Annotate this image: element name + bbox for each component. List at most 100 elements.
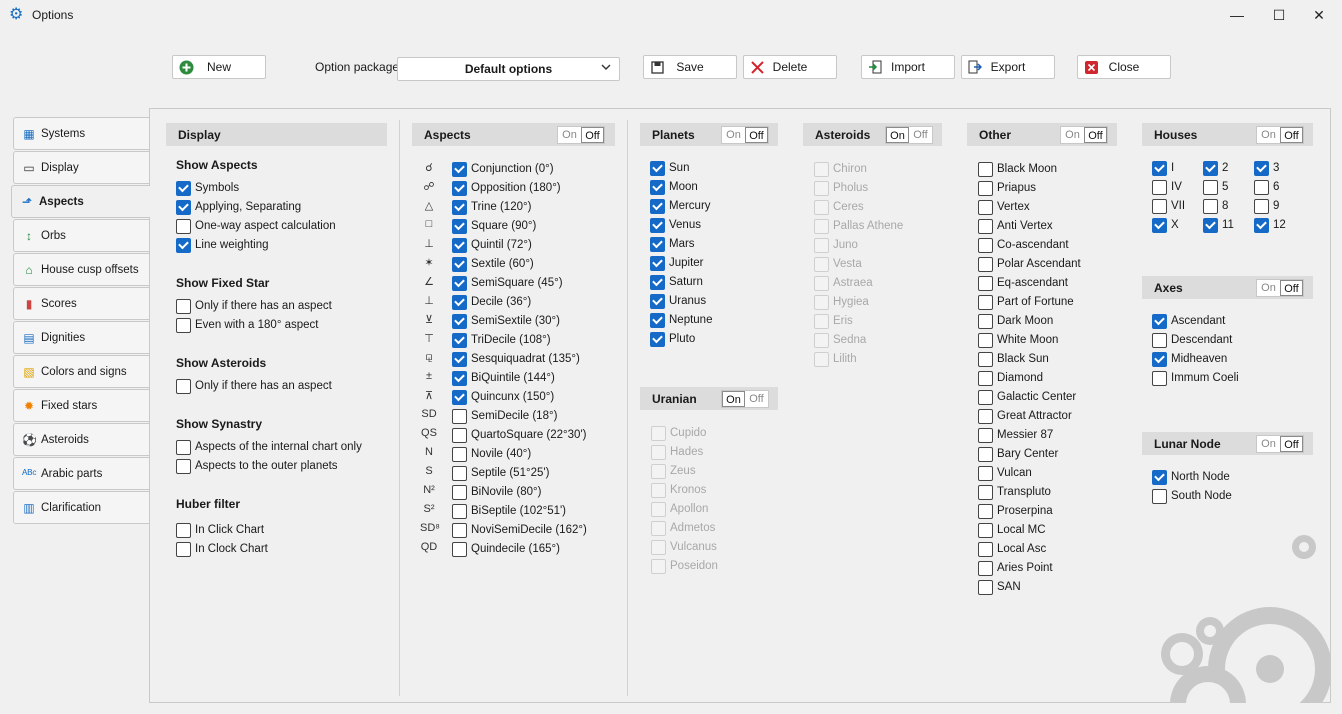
aspect-checkbox[interactable]: Conjunction (0°)	[452, 161, 554, 177]
close-window-button[interactable]: ✕	[1296, 0, 1342, 30]
other-point-checkbox[interactable]: Vertex	[978, 199, 1030, 215]
planet-checkbox[interactable]: Uranus	[650, 293, 706, 309]
house-checkbox[interactable]: 3	[1254, 160, 1279, 176]
tab-dignities[interactable]: ▤ Dignities	[13, 321, 150, 354]
other-point-checkbox[interactable]: SAN	[978, 579, 1021, 595]
option-package-select[interactable]: Default options	[397, 57, 620, 81]
houses-toggle[interactable]: On Off	[1256, 126, 1304, 144]
aspect-checkbox[interactable]: SemiSquare (45°)	[452, 275, 563, 291]
aspect-checkbox[interactable]: SemiSextile (30°)	[452, 313, 560, 329]
aspect-checkbox[interactable]: Sextile (60°)	[452, 256, 534, 272]
export-button[interactable]: Export	[961, 55, 1055, 79]
line-weighting-checkbox[interactable]: Line weighting	[176, 237, 269, 253]
other-point-checkbox[interactable]: Vulcan	[978, 465, 1032, 481]
aspect-checkbox[interactable]: BiNovile (80°)	[452, 484, 541, 500]
planets-toggle[interactable]: On Off	[721, 126, 769, 144]
tab-scores[interactable]: ▮ Scores	[13, 287, 150, 320]
house-checkbox[interactable]: VII	[1152, 198, 1185, 214]
other-point-checkbox[interactable]: Bary Center	[978, 446, 1058, 462]
planet-checkbox[interactable]: Pluto	[650, 331, 695, 347]
house-checkbox[interactable]: IV	[1152, 179, 1182, 195]
lunar-node-checkbox[interactable]: South Node	[1152, 488, 1232, 504]
planet-checkbox[interactable]: Jupiter	[650, 255, 704, 271]
aspect-checkbox[interactable]: Trine (120°)	[452, 199, 531, 215]
axes-toggle[interactable]: On Off	[1256, 279, 1304, 297]
import-button[interactable]: Import	[861, 55, 955, 79]
other-point-checkbox[interactable]: Polar Ascendant	[978, 256, 1081, 272]
aspect-checkbox[interactable]: BiQuintile (144°)	[452, 370, 555, 386]
other-point-checkbox[interactable]: Transpluto	[978, 484, 1051, 500]
other-point-checkbox[interactable]: Aries Point	[978, 560, 1053, 576]
huber-click-chart-checkbox[interactable]: In Click Chart	[176, 522, 264, 538]
aspect-checkbox[interactable]: Square (90°)	[452, 218, 536, 234]
tab-aspects[interactable]: ⬏ Aspects	[11, 185, 150, 218]
one-way-aspect-checkbox[interactable]: One-way aspect calculation	[176, 218, 336, 234]
house-checkbox[interactable]: 8	[1203, 198, 1228, 214]
other-point-checkbox[interactable]: Part of Fortune	[978, 294, 1074, 310]
other-point-checkbox[interactable]: Black Moon	[978, 161, 1057, 177]
huber-clock-chart-checkbox[interactable]: In Clock Chart	[176, 541, 268, 557]
aspect-checkbox[interactable]: NoviSemiDecile (162°)	[452, 522, 587, 538]
planet-checkbox[interactable]: Moon	[650, 179, 698, 195]
tab-orbs[interactable]: ↕ Orbs	[13, 219, 150, 252]
other-point-checkbox[interactable]: Black Sun	[978, 351, 1049, 367]
lunar-node-toggle[interactable]: On Off	[1256, 435, 1304, 453]
tab-colors-and-signs[interactable]: ▧ Colors and signs	[13, 355, 150, 388]
lunar-node-checkbox[interactable]: North Node	[1152, 469, 1230, 485]
house-checkbox[interactable]: X	[1152, 217, 1179, 233]
other-point-checkbox[interactable]: Messier 87	[978, 427, 1053, 443]
synastry-internal-checkbox[interactable]: Aspects of the internal chart only	[176, 439, 362, 455]
other-point-checkbox[interactable]: Proserpina	[978, 503, 1053, 519]
aspect-checkbox[interactable]: Opposition (180°)	[452, 180, 561, 196]
other-point-checkbox[interactable]: Local Asc	[978, 541, 1046, 557]
other-point-checkbox[interactable]: Local MC	[978, 522, 1046, 538]
synastry-outer-checkbox[interactable]: Aspects to the outer planets	[176, 458, 338, 474]
planet-checkbox[interactable]: Sun	[650, 160, 689, 176]
applying-separating-checkbox[interactable]: Applying, Separating	[176, 199, 301, 215]
house-checkbox[interactable]: 6	[1254, 179, 1279, 195]
house-checkbox[interactable]: I	[1152, 160, 1174, 176]
tab-arabic-parts[interactable]: ᴬᴮᶜ Arabic parts	[13, 457, 150, 490]
tab-systems[interactable]: ▦ Systems	[13, 117, 150, 150]
other-point-checkbox[interactable]: White Moon	[978, 332, 1058, 348]
save-button[interactable]: Save	[643, 55, 737, 79]
new-button[interactable]: New	[172, 55, 266, 79]
axis-checkbox[interactable]: Descendant	[1152, 332, 1232, 348]
aspect-checkbox[interactable]: Quindecile (165°)	[452, 541, 560, 557]
aspect-checkbox[interactable]: BiSeptile (102°51')	[452, 503, 566, 519]
other-point-checkbox[interactable]: Anti Vertex	[978, 218, 1053, 234]
aspect-checkbox[interactable]: Novile (40°)	[452, 446, 531, 462]
tab-clarification[interactable]: ▥ Clarification	[13, 491, 150, 524]
axis-checkbox[interactable]: Immum Coeli	[1152, 370, 1239, 386]
planet-checkbox[interactable]: Venus	[650, 217, 701, 233]
aspect-checkbox[interactable]: Quintil (72°)	[452, 237, 532, 253]
symbols-checkbox[interactable]: Symbols	[176, 180, 239, 196]
aspect-checkbox[interactable]: Quincunx (150°)	[452, 389, 554, 405]
axis-checkbox[interactable]: Ascendant	[1152, 313, 1225, 329]
house-checkbox[interactable]: 9	[1254, 198, 1279, 214]
other-point-checkbox[interactable]: Eq-ascendant	[978, 275, 1068, 291]
aspects-toggle[interactable]: On Off	[557, 126, 605, 144]
fixed-star-even-180-checkbox[interactable]: Even with a 180° aspect	[176, 317, 319, 333]
planet-checkbox[interactable]: Neptune	[650, 312, 712, 328]
fixed-star-only-aspect-checkbox[interactable]: Only if there has an aspect	[176, 298, 332, 314]
other-point-checkbox[interactable]: Diamond	[978, 370, 1043, 386]
other-point-checkbox[interactable]: Priapus	[978, 180, 1036, 196]
tab-fixed-stars[interactable]: ✹ Fixed stars	[13, 389, 150, 422]
house-checkbox[interactable]: 2	[1203, 160, 1228, 176]
tab-asteroids[interactable]: ⚽ Asteroids	[13, 423, 150, 456]
planet-checkbox[interactable]: Mercury	[650, 198, 711, 214]
close-button[interactable]: Close	[1077, 55, 1171, 79]
other-toggle[interactable]: On Off	[1060, 126, 1108, 144]
aspect-checkbox[interactable]: QuartoSquare (22°30')	[452, 427, 586, 443]
minimize-button[interactable]: —	[1214, 0, 1260, 30]
aspect-checkbox[interactable]: Septile (51°25')	[452, 465, 549, 481]
tab-house-cusp-offsets[interactable]: ⌂ House cusp offsets	[13, 253, 150, 286]
delete-button[interactable]: Delete	[743, 55, 837, 79]
aspect-checkbox[interactable]: Sesquiquadrat (135°)	[452, 351, 580, 367]
house-checkbox[interactable]: 12	[1254, 217, 1286, 233]
aspect-checkbox[interactable]: Decile (36°)	[452, 294, 531, 310]
asteroids-toggle[interactable]: On Off	[885, 126, 933, 144]
tab-display[interactable]: ▭ Display	[13, 151, 150, 184]
asteroids-only-aspect-checkbox[interactable]: Only if there has an aspect	[176, 378, 332, 394]
